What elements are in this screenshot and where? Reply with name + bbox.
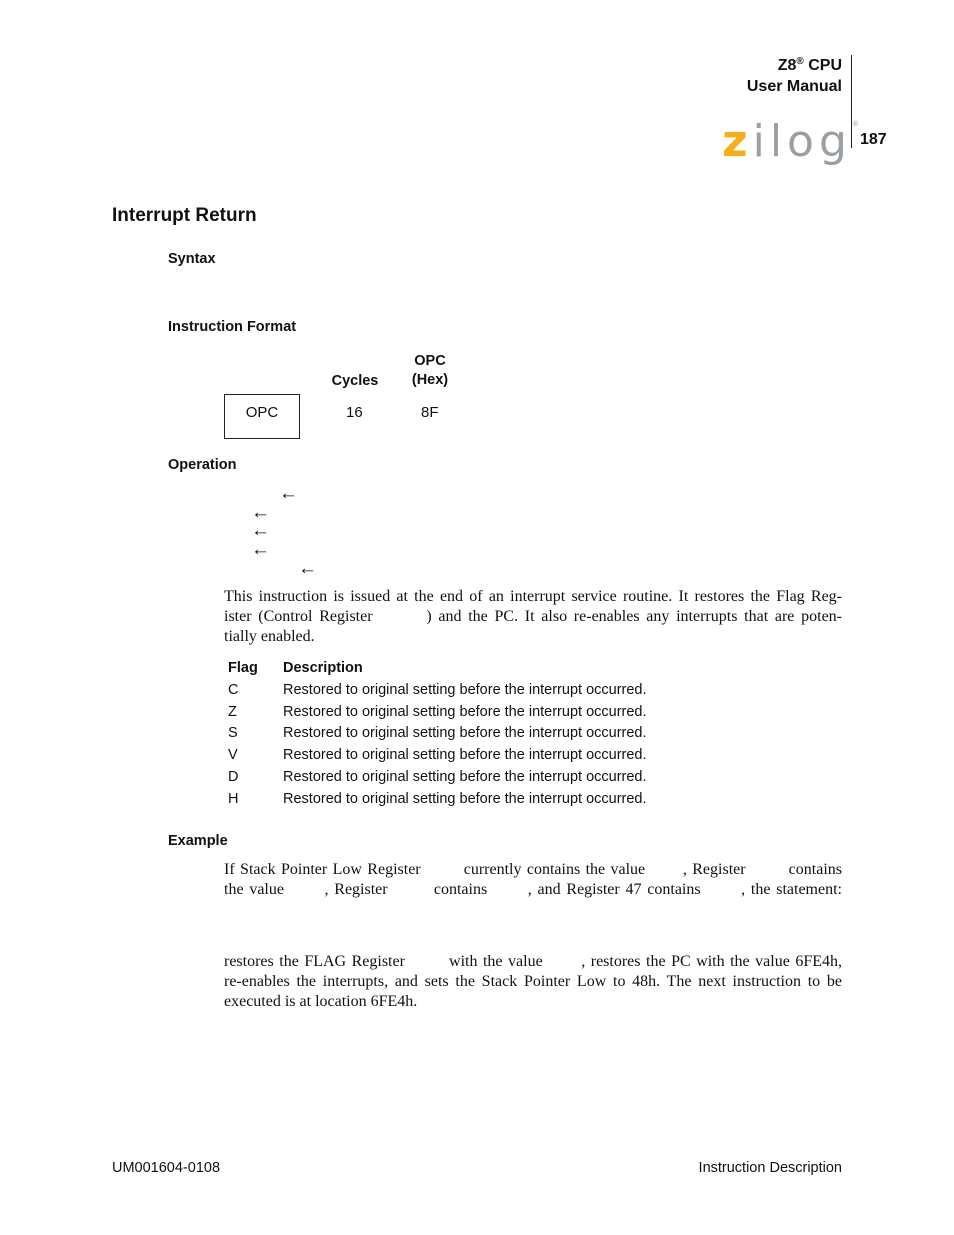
assignment-arrow-5: ← [298,558,317,579]
product-suffix: CPU [803,57,842,74]
cycles-value: 16 [346,404,363,421]
example-intro-paragraph: If Stack Pointer Low Register currently … [224,860,842,900]
footer-section: Instruction Description [698,1160,842,1176]
flag-name: D [228,769,239,785]
product-label: Z8 [777,57,797,74]
flag-name: H [228,791,239,807]
example-line: the value , Register contains , and Regi… [224,881,842,898]
logo-registered-mark: ® [851,120,859,128]
flag-name: S [228,725,238,741]
opc-hex-header: OPC (Hex) [405,352,455,390]
opc-hex-value: 8F [421,404,439,421]
flag-description: Restored to original setting before the … [283,704,647,720]
page-title: Interrupt Return [112,205,257,226]
opcode-box-label: OPC [245,404,279,421]
description-paragraph: This instruction is issued at the end of… [224,587,842,647]
example-line: re-enables the interrupts, and sets the … [224,973,842,990]
page-number: 187 [860,131,887,148]
description-line: ister (Control Register ) and the PC. It… [224,608,842,625]
flag-description: Restored to original setting before the … [283,791,647,807]
assignment-arrow-4: ← [251,539,270,560]
flag-description: Restored to original setting before the … [283,725,647,741]
footer-doc-id: UM001604-0108 [112,1160,221,1176]
example-result-paragraph: restores the FLAG Register with the valu… [224,952,842,1012]
description-line: tially enabled. [224,628,315,645]
example-line: If Stack Pointer Low Register currently … [224,861,842,878]
flag-name: Z [228,704,237,720]
product-name: Z8® CPU [747,51,842,76]
logo-z: z [722,116,753,167]
flag-description: Restored to original setting before the … [283,747,647,763]
registered-mark: ® [796,56,804,67]
flag-name: V [228,747,238,763]
operation-heading: Operation [168,457,237,473]
zilog-logo: zilog® [722,100,859,166]
example-line: executed is at location 6FE4h. [224,993,418,1010]
logo-rest: ilog [752,116,852,167]
opc-header-line1: OPC [414,353,446,369]
flag-description: Restored to original setting before the … [283,769,647,785]
assignment-arrow-1: ← [279,483,298,504]
opc-header-line2: (Hex) [411,372,449,388]
document-header-title: Z8® CPU User Manual [747,51,842,97]
flag-description: Restored to original setting before the … [283,682,647,698]
flag-name: C [228,682,239,698]
instruction-format-heading: Instruction Format [168,319,297,335]
flag-column-header: Flag [228,660,258,676]
description-column-header: Description [283,660,363,676]
example-line: restores the FLAG Register with the valu… [224,953,842,970]
syntax-heading: Syntax [168,251,216,267]
opcode-box: OPC [224,394,300,439]
cycles-header: Cycles [331,373,379,389]
description-line: This instruction is issued at the end of… [224,588,842,605]
example-heading: Example [168,833,228,849]
doc-title: User Manual [746,78,842,95]
assignment-arrow-3: ← [251,520,270,541]
